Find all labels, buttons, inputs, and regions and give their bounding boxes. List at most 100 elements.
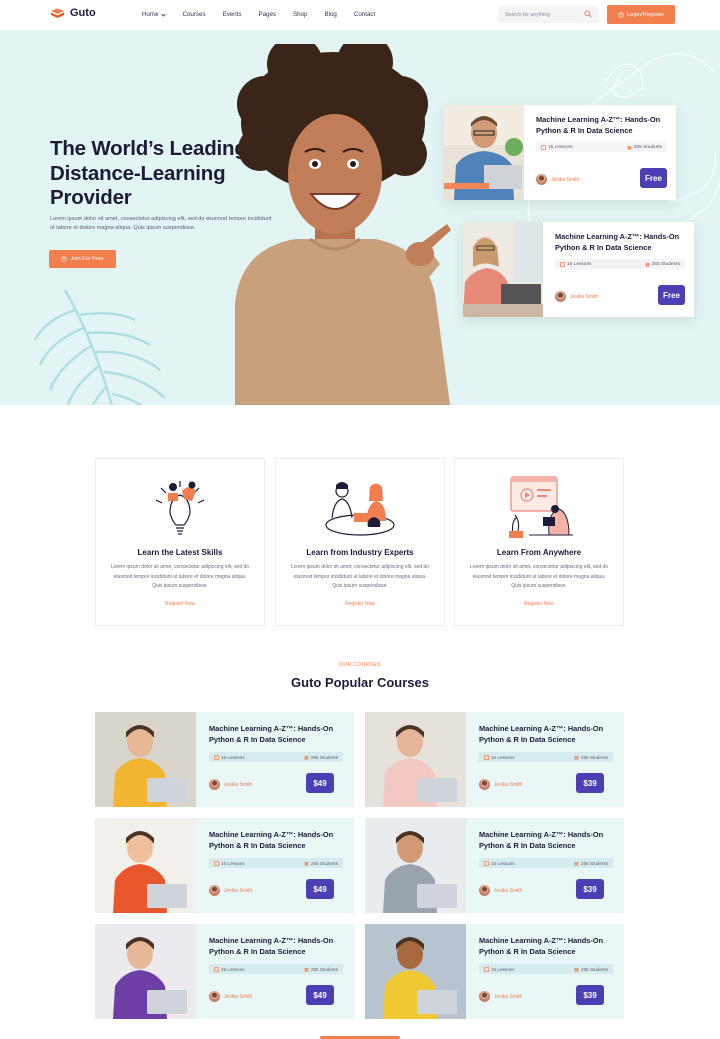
lessons-count: 15 Lessons	[491, 754, 515, 760]
author-name: Jesika Smith	[494, 887, 523, 894]
feature-description: Lorem ipsum dolor sit amet, consectetur …	[469, 564, 609, 589]
course-image	[95, 712, 196, 807]
course-card[interactable]: Machine Learning A-Z™: Hands-On Python &…	[95, 924, 354, 1019]
feature-card: Learn the Latest Skills Lorem ipsum dolo…	[95, 458, 265, 626]
course-author[interactable]: Jesika Smith	[555, 291, 598, 302]
price-button[interactable]: $49	[306, 985, 334, 1005]
nav-events[interactable]: Events	[223, 11, 242, 18]
course-title[interactable]: Machine Learning A-Z™: Hands-On Python &…	[209, 724, 343, 745]
feature-card: Learn from Industry Experts Lorem ipsum …	[275, 458, 445, 626]
lessons-count: 15 Lessons	[491, 966, 515, 972]
course-image	[444, 105, 524, 200]
avatar	[209, 779, 220, 790]
logo[interactable]: Guto	[50, 7, 96, 19]
nav-shop[interactable]: Shop	[293, 11, 307, 18]
course-image	[365, 924, 466, 1019]
lessons-icon	[484, 966, 489, 972]
course-author[interactable]: Jesika Smith	[479, 885, 522, 896]
login-register-button[interactable]: Login/Register	[607, 5, 675, 24]
lessons-icon	[484, 754, 489, 760]
students-count: 255 Students	[580, 860, 608, 866]
register-now-link[interactable]: Register Now	[455, 601, 623, 607]
lessons-count: 15 Lessons	[567, 261, 592, 267]
lessons-count: 15 Lessons	[491, 860, 515, 866]
course-title[interactable]: Machine Learning A-Z™: Hands-On Python &…	[479, 830, 613, 851]
chevron-down-icon	[160, 13, 166, 17]
hero-course-card[interactable]: Machine Learning A-Z™: Hands-On Python &…	[463, 222, 694, 317]
lessons-icon	[214, 860, 219, 866]
section-subtitle: OUR COURSES	[339, 662, 381, 668]
course-title[interactable]: Machine Learning A-Z™: Hands-On Python &…	[479, 724, 613, 745]
search-placeholder: Search for anything	[505, 11, 550, 18]
course-info: Machine Learning A-Z™: Hands-On Python &…	[196, 924, 354, 1019]
lessons-icon	[484, 860, 489, 866]
search-input[interactable]: Search for anything	[498, 6, 599, 23]
course-card[interactable]: Machine Learning A-Z™: Hands-On Python &…	[365, 712, 624, 807]
course-card[interactable]: Machine Learning A-Z™: Hands-On Python &…	[365, 924, 624, 1019]
students-icon	[304, 861, 309, 865]
course-title[interactable]: Machine Learning A-Z™: Hands-On Python &…	[479, 936, 613, 957]
students-icon	[574, 861, 579, 865]
course-author[interactable]: Jesika Smith	[209, 885, 252, 896]
login-register-label: Login/Register	[626, 11, 665, 18]
register-now-link[interactable]: Register Now	[96, 601, 264, 607]
lessons-count: 15 Lessons	[221, 754, 245, 760]
price-button[interactable]: $49	[306, 773, 334, 793]
avatar	[479, 991, 490, 1002]
course-meta: 15 Lessons 255 Students	[209, 752, 343, 762]
register-now-link[interactable]: Register Now	[276, 601, 444, 607]
book-icon	[51, 8, 64, 18]
course-author[interactable]: Jesika Smith	[479, 991, 522, 1002]
course-author[interactable]: Jesika Smith	[479, 779, 522, 790]
nav-pages[interactable]: Pages	[258, 11, 276, 18]
students-icon	[627, 145, 632, 149]
price-button[interactable]: $39	[576, 985, 604, 1005]
leaf-decoration	[33, 289, 166, 405]
site-header: Guto Home Courses Events Pages Shop Blog…	[0, 0, 720, 30]
lessons-count: 15 Lessons	[221, 966, 245, 972]
course-author[interactable]: Jesika Smith	[209, 779, 252, 790]
course-meta: 15 Lessons 255 Students	[209, 858, 343, 868]
user-icon	[61, 256, 68, 262]
avatar	[479, 779, 490, 790]
price-button[interactable]: Free	[640, 168, 667, 188]
price-button[interactable]: $49	[306, 879, 334, 899]
author-name: Jesika Smith	[570, 293, 599, 300]
nav-courses[interactable]: Courses	[183, 11, 206, 18]
course-author[interactable]: Jesika Smith	[536, 174, 579, 185]
lessons-count: 15 Lessons	[221, 860, 245, 866]
students-count: 255 Students	[651, 261, 680, 267]
course-title[interactable]: Machine Learning A-Z™: Hands-On Python &…	[555, 232, 685, 253]
students-count: 255 Students	[580, 754, 608, 760]
course-meta: 15 Lessons 255 Students	[479, 752, 613, 762]
course-title[interactable]: Machine Learning A-Z™: Hands-On Python &…	[209, 936, 343, 957]
join-for-free-label: Join For Free	[70, 256, 104, 262]
price-button[interactable]: $39	[576, 773, 604, 793]
price-button[interactable]: Free	[658, 285, 685, 305]
lessons-icon	[214, 754, 219, 760]
nav-blog[interactable]: Blog	[324, 11, 336, 18]
nav-contact[interactable]: Contact	[354, 11, 375, 18]
price-button[interactable]: $39	[576, 879, 604, 899]
author-name: Jesika Smith	[224, 887, 253, 894]
course-card[interactable]: Machine Learning A-Z™: Hands-On Python &…	[365, 818, 624, 913]
author-name: Jesika Smith	[494, 781, 523, 788]
search-icon[interactable]	[584, 10, 592, 18]
hero-course-card[interactable]: Machine Learning A-Z™: Hands-On Python &…	[444, 105, 676, 200]
course-title[interactable]: Machine Learning A-Z™: Hands-On Python &…	[209, 830, 343, 851]
students-icon	[304, 967, 309, 971]
section-title: Guto Popular Courses	[291, 675, 429, 690]
course-title[interactable]: Machine Learning A-Z™: Hands-On Python &…	[536, 115, 667, 136]
students-count: 255 Students	[580, 966, 608, 972]
students-count: 255 Students	[310, 754, 338, 760]
course-meta: 15 Lessons 255 Students	[209, 964, 343, 974]
join-for-free-button[interactable]: Join For Free	[49, 250, 116, 268]
main-nav: Home Courses Events Pages Shop Blog Cont…	[142, 11, 392, 18]
students-count: 255 Students	[310, 966, 338, 972]
author-name: Jesika Smith	[224, 781, 253, 788]
course-card[interactable]: Machine Learning A-Z™: Hands-On Python &…	[95, 712, 354, 807]
nav-home[interactable]: Home	[142, 11, 166, 18]
course-card[interactable]: Machine Learning A-Z™: Hands-On Python &…	[95, 818, 354, 913]
course-author[interactable]: Jesika Smith	[209, 991, 252, 1002]
user-icon	[617, 11, 624, 18]
